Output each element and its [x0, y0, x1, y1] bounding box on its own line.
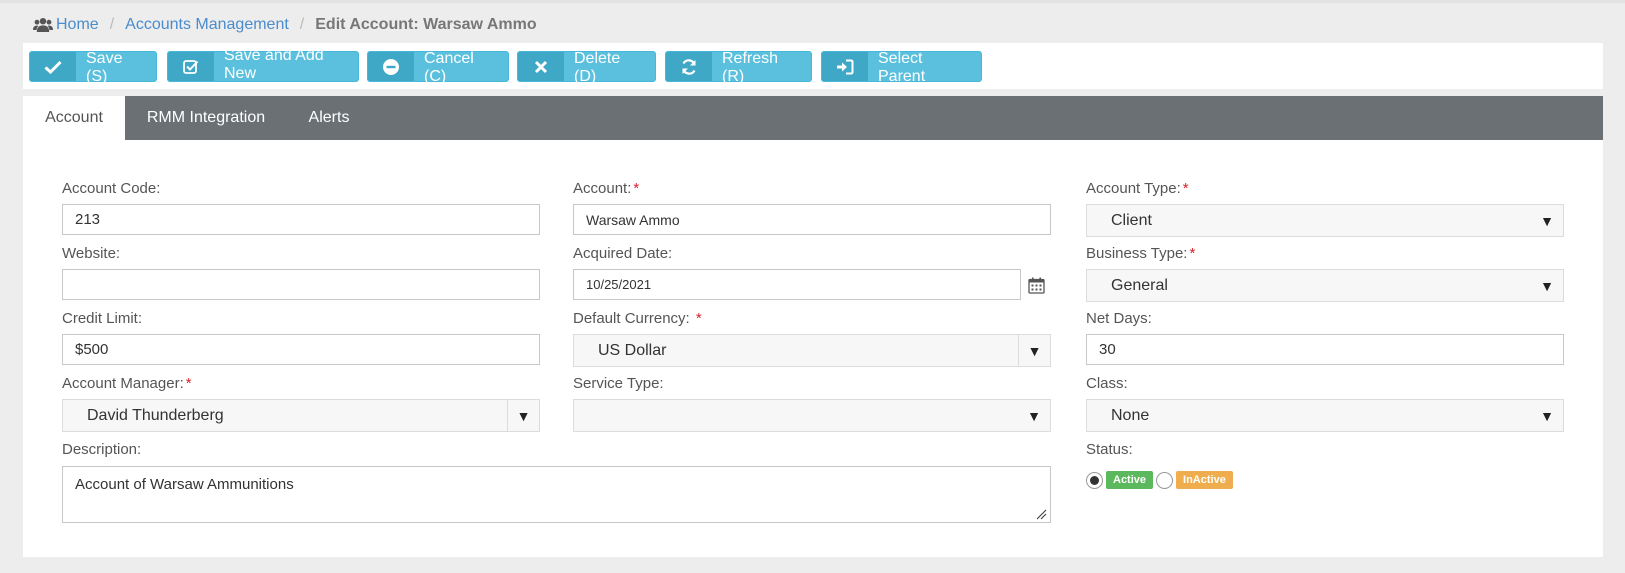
tab-alerts[interactable]: Alerts — [287, 96, 371, 140]
users-icon — [33, 17, 53, 33]
required-mark: * — [633, 180, 640, 197]
refresh-button[interactable]: Refresh (R) — [665, 49, 812, 85]
chevron-down-icon: ▼ — [1027, 407, 1041, 424]
account-label: Account: * — [573, 180, 640, 197]
breadcrumb-separator: / — [109, 16, 115, 33]
tab-rmm-integration[interactable]: RMM Integration — [125, 96, 287, 140]
net-days-label: Net Days: — [1086, 310, 1152, 327]
minus-circle-icon — [368, 52, 414, 81]
refresh-icon — [666, 52, 712, 81]
account-form-panel: Account Code: Website: Credit Limit: Acc… — [23, 140, 1603, 557]
acquired-date-label: Acquired Date: — [573, 245, 673, 262]
net-days-input[interactable] — [1086, 334, 1564, 365]
toolbar: Save (S) Save and Add New Cancel (C) Del… — [23, 43, 1603, 89]
save-button[interactable]: Save (S) — [29, 49, 157, 85]
save-button-label: Save (S) — [86, 49, 123, 85]
refresh-button-label: Refresh (R) — [722, 49, 779, 85]
class-value: None — [1111, 406, 1150, 424]
description-label: Description: — [62, 441, 142, 458]
account-manager-label: Account Manager: * — [62, 375, 192, 392]
description-textarea[interactable]: Account of Warsaw Ammunitions — [62, 466, 1051, 523]
resize-grip-icon[interactable] — [1035, 507, 1047, 520]
delete-button[interactable]: Delete (D) — [517, 49, 656, 85]
chevron-down-icon: ▼ — [1540, 277, 1554, 294]
website-input[interactable] — [62, 269, 540, 300]
class-label: Class: — [1086, 375, 1128, 392]
status-inactive-radio[interactable] — [1156, 471, 1174, 489]
service-type-select[interactable]: ▼ — [573, 399, 1051, 432]
breadcrumb-home-link[interactable]: Home — [56, 16, 99, 34]
top-border — [0, 0, 1625, 3]
default-currency-value: US Dollar — [598, 341, 667, 359]
save-and-add-new-button[interactable]: Save and Add New — [167, 46, 359, 82]
tab-account[interactable]: Account — [23, 96, 125, 140]
cancel-button[interactable]: Cancel (C) — [367, 49, 509, 85]
required-mark: * — [185, 375, 192, 392]
breadcrumb: Home / Accounts Management / Edit Accoun… — [33, 14, 537, 36]
chevron-down-icon: ▼ — [1540, 212, 1554, 229]
save-and-add-new-label: Save and Add New — [224, 46, 324, 82]
class-select[interactable]: None ▼ — [1086, 399, 1564, 432]
check-square-icon — [168, 52, 214, 81]
radio-selected-dot — [1090, 475, 1099, 485]
active-badge[interactable]: Active — [1106, 471, 1154, 489]
status-active-radio[interactable] — [1086, 471, 1103, 489]
check-icon — [30, 52, 76, 81]
default-currency-select[interactable]: US Dollar ▼ — [573, 334, 1051, 367]
credit-limit-input[interactable] — [62, 334, 540, 365]
service-type-label: Service Type: — [573, 375, 664, 392]
business-type-select[interactable]: General ▼ — [1086, 269, 1564, 302]
account-type-select[interactable]: Client ▼ — [1086, 204, 1564, 237]
sign-in-icon — [822, 52, 868, 81]
required-mark: * — [1189, 245, 1196, 262]
x-icon — [518, 52, 564, 81]
inactive-badge[interactable]: InActive — [1176, 471, 1233, 489]
chevron-down-icon: ▼ — [507, 400, 539, 431]
breadcrumb-separator: / — [299, 16, 305, 33]
account-type-value: Client — [1111, 211, 1152, 229]
business-type-label: Business Type: * — [1086, 245, 1196, 262]
account-type-label: Account Type: * — [1086, 180, 1189, 197]
default-currency-label: Default Currency: * — [573, 310, 702, 327]
acquired-date-input[interactable] — [573, 269, 1021, 300]
select-parent-label: Select Parent — [878, 49, 926, 85]
required-mark: * — [1182, 180, 1189, 197]
account-manager-value: David Thunderberg — [87, 406, 224, 424]
delete-button-label: Delete (D) — [574, 49, 621, 85]
account-manager-select[interactable]: David Thunderberg ▼ — [62, 399, 540, 432]
status-label: Status: — [1086, 441, 1133, 458]
breadcrumb-accounts-link[interactable]: Accounts Management — [125, 16, 289, 34]
credit-limit-label: Credit Limit: — [62, 310, 143, 327]
required-mark: * — [695, 310, 702, 327]
breadcrumb-current: Edit Account: Warsaw Ammo — [315, 16, 537, 33]
tab-bar: Account RMM Integration Alerts — [23, 96, 1603, 140]
chevron-down-icon: ▼ — [1018, 335, 1050, 366]
status-radio-group: Active InActive — [1086, 471, 1236, 489]
calendar-icon[interactable] — [1026, 275, 1046, 295]
select-parent-button[interactable]: Select Parent — [821, 49, 982, 85]
account-code-label: Account Code: — [62, 180, 161, 197]
business-type-value: General — [1111, 276, 1168, 294]
account-name-input[interactable] — [573, 204, 1051, 235]
cancel-button-label: Cancel (C) — [424, 49, 474, 85]
website-label: Website: — [62, 245, 121, 262]
account-code-input[interactable] — [62, 204, 540, 235]
chevron-down-icon: ▼ — [1540, 407, 1554, 424]
